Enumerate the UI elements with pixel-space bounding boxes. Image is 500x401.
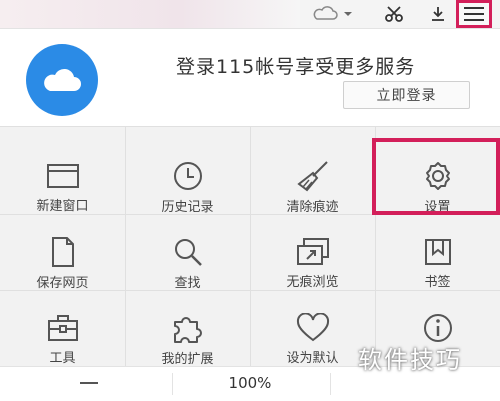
menu-item-incognito[interactable]: 无痕浏览	[250, 214, 375, 290]
menu-item-history[interactable]: 历史记录	[125, 138, 250, 215]
menu-item-bookmarks[interactable]: 书签	[375, 214, 500, 290]
page-icon	[49, 236, 77, 268]
menu-item-label: 查找	[174, 276, 201, 291]
grid-divider	[0, 126, 500, 127]
toolbar-background	[0, 0, 300, 28]
menu-item-new-window[interactable]: 新建窗口	[0, 138, 125, 214]
watermark: 软件技巧	[358, 346, 462, 374]
menu-item-label: 书签	[424, 275, 451, 290]
minus-icon	[80, 382, 98, 384]
menu-item-label: 设为默认	[286, 351, 339, 366]
scissors-icon	[385, 6, 403, 22]
menu-item-extensions[interactable]: 我的扩展	[125, 290, 250, 367]
magnifier-icon	[172, 236, 204, 268]
menu-item-find[interactable]: 查找	[125, 214, 250, 291]
menu-item-label: 新建窗口	[36, 199, 89, 214]
hamburger-menu-icon	[464, 7, 484, 21]
download-icon	[432, 7, 444, 21]
menu-item-label: 清除痕迹	[286, 200, 339, 215]
menu-item-tools[interactable]: 工具	[0, 290, 125, 366]
browser-toolbar	[0, 0, 500, 28]
toolbox-icon	[46, 312, 80, 343]
zoom-out-button[interactable]	[74, 373, 104, 393]
menu-item-label: 设置	[424, 200, 451, 215]
menu-item-save-page[interactable]: 保存网页	[0, 214, 125, 291]
clock-icon	[172, 160, 204, 192]
bookmark-icon	[423, 236, 453, 267]
menu-item-settings[interactable]: 设置	[375, 138, 500, 215]
menu-item-clear-traces[interactable]: 清除痕迹	[250, 138, 375, 215]
menu-item-label: 工具	[49, 351, 76, 366]
zoom-divider	[172, 373, 173, 395]
heart-icon	[296, 312, 330, 343]
menu-item-label: 无痕浏览	[286, 275, 339, 290]
zoom-divider	[330, 373, 331, 395]
login-prompt: 登录115帐号享受更多服务	[176, 56, 416, 78]
avatar[interactable]	[26, 44, 98, 116]
screenshot-button[interactable]	[383, 4, 405, 24]
puzzle-icon	[171, 312, 205, 344]
menu-item-label: 保存网页	[36, 276, 89, 291]
menu-item-set-default[interactable]: 设为默认	[250, 290, 375, 366]
incognito-window-icon	[295, 236, 331, 267]
login-button[interactable]: 立即登录	[343, 81, 470, 109]
broom-icon	[295, 160, 331, 192]
menu-item-label: 我的扩展	[161, 352, 214, 367]
zoom-level[interactable]: 100%	[200, 374, 300, 392]
cloud-sync-button[interactable]	[308, 4, 358, 24]
gear-icon	[422, 160, 454, 192]
cloud-icon	[313, 6, 352, 20]
download-button[interactable]	[428, 4, 448, 24]
main-menu-button[interactable]	[456, 0, 492, 28]
new-window-icon	[45, 160, 81, 191]
menu-grid: 新建窗口 历史记录 清除痕迹 设置 保存网页 查找 无痕浏览 书签 工具 我的扩…	[0, 126, 500, 367]
cloud-avatar-icon	[44, 68, 81, 91]
menu-item-label: 历史记录	[161, 200, 214, 215]
